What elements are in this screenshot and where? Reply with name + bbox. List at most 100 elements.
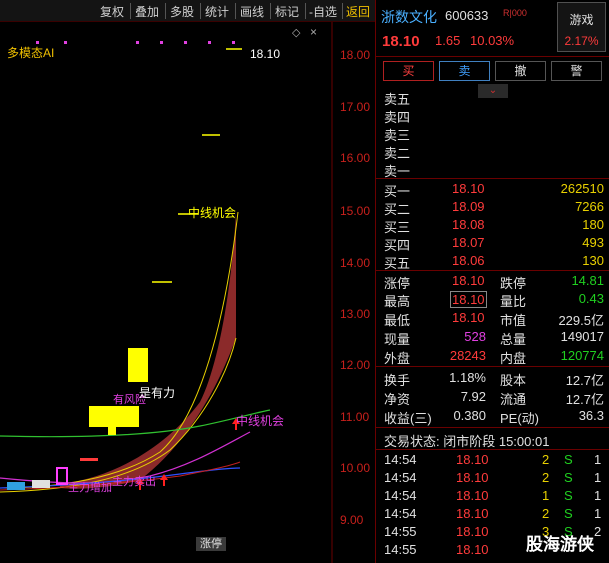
ask-row: 卖二 <box>376 142 609 161</box>
stat-value: 0.380 <box>453 408 486 423</box>
stat-value: 1.18% <box>449 370 486 385</box>
bid-volume: 130 <box>582 253 604 268</box>
sector-pct: 2.17% <box>564 34 599 48</box>
axis-tick: 11.00 <box>340 410 370 424</box>
toolbar-separator <box>200 3 201 19</box>
toolbar-watchlist[interactable]: -自选 <box>309 3 337 20</box>
diamond-icon[interactable]: ◇ <box>292 26 300 39</box>
axis-tick: 10.00 <box>340 461 371 475</box>
tick-volume: 2 <box>542 506 550 521</box>
stat-row: 净资 7.92 流通 12.7亿 <box>376 388 609 407</box>
stock-name[interactable]: 浙数文化 <box>381 7 437 27</box>
stat-row: 涨停 18.10 跌停 14.81 <box>376 272 609 291</box>
tick-direction: S <box>564 506 573 521</box>
stat-row: 换手 1.18% 股本 12.7亿 <box>376 369 609 388</box>
toolbar-separator <box>165 3 166 19</box>
tick-time: 14:54 <box>384 452 417 467</box>
tick-price: 18.10 <box>456 470 489 485</box>
divider <box>376 449 609 450</box>
divider <box>376 56 609 57</box>
stat-label: 流通 <box>500 392 527 407</box>
toolbar-separator <box>235 3 236 19</box>
tick-price: 18.10 <box>456 452 489 467</box>
tick-count: 1 <box>594 470 602 485</box>
close-icon[interactable]: × <box>310 25 317 39</box>
ask-row: 卖四 <box>376 106 609 125</box>
stat-label: 总量 <box>500 332 527 347</box>
bid-volume: 493 <box>582 235 604 250</box>
stat-value: 12.7亿 <box>565 392 604 407</box>
axis-tick: 13.00 <box>340 307 371 321</box>
candle <box>80 458 98 461</box>
bid-volume: 262510 <box>560 181 604 196</box>
tick-direction: S <box>564 470 573 485</box>
ai-indicator-title: 多模态AI <box>7 46 55 60</box>
sector-box[interactable]: 游戏 2.17% <box>557 2 606 52</box>
toolbar-overlay[interactable]: 叠加 <box>135 3 159 20</box>
stat-row: 最低 18.10 市值 229.5亿 <box>376 309 609 328</box>
toolbar-adjust[interactable]: 复权 <box>100 3 124 20</box>
tick-time: 14:54 <box>384 506 417 521</box>
stat-label: 收益(三) <box>384 411 432 426</box>
tick-row: 14:54 18.10 1 S 1 <box>376 487 609 505</box>
trend-line-yellow <box>0 211 239 489</box>
top-markers <box>36 41 235 44</box>
current-price: 18.10 <box>382 33 420 50</box>
yellow-block <box>89 406 139 427</box>
tick-volume: 2 <box>542 452 550 467</box>
tick-volume: 1 <box>542 488 550 503</box>
limit-up-tag: 涨停 <box>196 537 226 551</box>
stat-row: 最高 18.10 量比 0.43 <box>376 290 609 309</box>
chart-toolbar: 复权 叠加 多股 统计 画线 标记 -自选 返回 <box>0 0 375 22</box>
stat-value: 12.7亿 <box>565 373 604 388</box>
price-change: 1.65 <box>435 33 461 48</box>
kline-chart[interactable]: 多模态AI ◇ × 18.00 17.00 16.00 15.00 14.00 … <box>0 22 375 563</box>
ask-row: 卖三 <box>376 124 609 143</box>
stat-row: 外盘 28243 内盘 120774 <box>376 347 609 366</box>
toolbar-separator <box>342 3 343 19</box>
stat-row: 现量 528 总量 149017 <box>376 328 609 347</box>
toolbar-stats[interactable]: 统计 <box>205 3 229 20</box>
bid-volume: 7266 <box>575 199 604 214</box>
sell-button[interactable]: 卖 <box>439 61 490 81</box>
stock-code: 600633 <box>445 8 489 23</box>
toolbar-back[interactable]: 返回 <box>346 3 370 20</box>
annot-midline: 中线机会 <box>236 414 285 428</box>
tick-price: 18.10 <box>456 506 489 521</box>
high-marker: 18.10 <box>250 47 281 61</box>
stat-value: 528 <box>464 329 486 344</box>
chart-canvas <box>0 22 333 563</box>
tick-time: 14:55 <box>384 542 417 557</box>
watermark-text: 股海游侠 <box>526 535 594 554</box>
toolbar-draw[interactable]: 画线 <box>240 3 264 20</box>
tick-count: 1 <box>594 452 602 467</box>
stat-label: 内盘 <box>500 351 527 366</box>
trade-status: 交易状态: 闭市阶段 15:00:01 <box>376 430 609 449</box>
tick-direction: S <box>564 452 573 467</box>
bid-row: 买五 18.06 130 <box>376 252 609 271</box>
stat-value: 36.3 <box>578 408 604 423</box>
toolbar-mark[interactable]: 标记 <box>275 3 299 20</box>
bid-row: 买二 18.09 7266 <box>376 198 609 217</box>
tick-count: 1 <box>594 506 602 521</box>
yellow-block <box>108 427 116 435</box>
bid-price: 18.10 <box>452 181 485 196</box>
annot-midline-top: 中线机会 <box>188 206 237 220</box>
cancel-order-button[interactable]: 撤 <box>495 61 546 81</box>
tick-price: 18.10 <box>456 488 489 503</box>
bid-price: 18.08 <box>452 217 485 232</box>
alert-button[interactable]: 警 <box>551 61 602 81</box>
candle <box>56 467 68 485</box>
toolbar-multi[interactable]: 多股 <box>170 3 194 20</box>
tick-time: 14:54 <box>384 470 417 485</box>
buy-button[interactable]: 买 <box>383 61 434 81</box>
tick-price: 18.10 <box>456 524 489 539</box>
sector-label: 游戏 <box>569 13 594 27</box>
stat-value: 14.81 <box>571 273 604 288</box>
bid-price: 18.09 <box>452 199 485 214</box>
tick-price: 18.10 <box>456 542 489 557</box>
stat-value: 18.10 <box>450 291 487 308</box>
stat-value: 18.10 <box>452 310 485 325</box>
candle <box>32 480 50 488</box>
divider <box>376 270 609 271</box>
